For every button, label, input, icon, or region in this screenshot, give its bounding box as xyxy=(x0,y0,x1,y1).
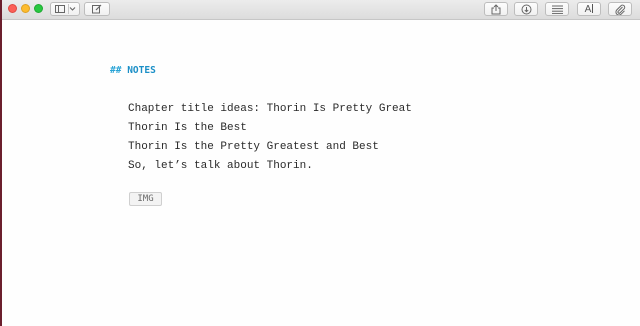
list-button[interactable] xyxy=(545,2,569,16)
compose-icon xyxy=(92,4,102,14)
note-line[interactable]: Chapter title ideas: Thorin Is Pretty Gr… xyxy=(128,100,412,119)
heading-marker: ## xyxy=(110,65,122,76)
toolbar: A xyxy=(0,0,640,20)
share-icon xyxy=(491,3,501,15)
share-button[interactable] xyxy=(484,2,508,16)
image-placeholder[interactable]: IMG xyxy=(129,192,162,206)
list-icon xyxy=(551,5,563,14)
heading-text: NOTES xyxy=(127,65,156,76)
chevron-down-icon[interactable] xyxy=(69,6,76,12)
minimize-window-button[interactable] xyxy=(21,4,30,13)
note-line[interactable]: So, let’s talk about Thorin. xyxy=(128,157,412,176)
sidebar-icon xyxy=(55,5,65,13)
close-window-button[interactable] xyxy=(8,4,17,13)
font-glyph: A xyxy=(584,3,592,15)
sync-button[interactable] xyxy=(514,2,538,16)
paperclip-icon xyxy=(614,4,626,15)
zoom-window-button[interactable] xyxy=(34,4,43,13)
font-button[interactable]: A xyxy=(577,2,601,16)
sidebar-toggle-button[interactable] xyxy=(50,2,80,16)
app-window: A ## NOTES Chapter title ideas: Thorin I… xyxy=(0,0,640,326)
notes-heading: ## NOTES xyxy=(110,65,156,76)
window-edge xyxy=(0,0,2,326)
attach-button[interactable] xyxy=(608,2,632,16)
note-body[interactable]: Chapter title ideas: Thorin Is Pretty Gr… xyxy=(128,100,412,176)
sync-icon xyxy=(521,4,532,15)
compose-button[interactable] xyxy=(84,2,110,16)
note-line[interactable]: Thorin Is the Best xyxy=(128,119,412,138)
font-icon: A xyxy=(584,3,594,15)
note-editor[interactable]: ## NOTES Chapter title ideas: Thorin Is … xyxy=(0,20,640,326)
note-line[interactable]: Thorin Is the Pretty Greatest and Best xyxy=(128,138,412,157)
